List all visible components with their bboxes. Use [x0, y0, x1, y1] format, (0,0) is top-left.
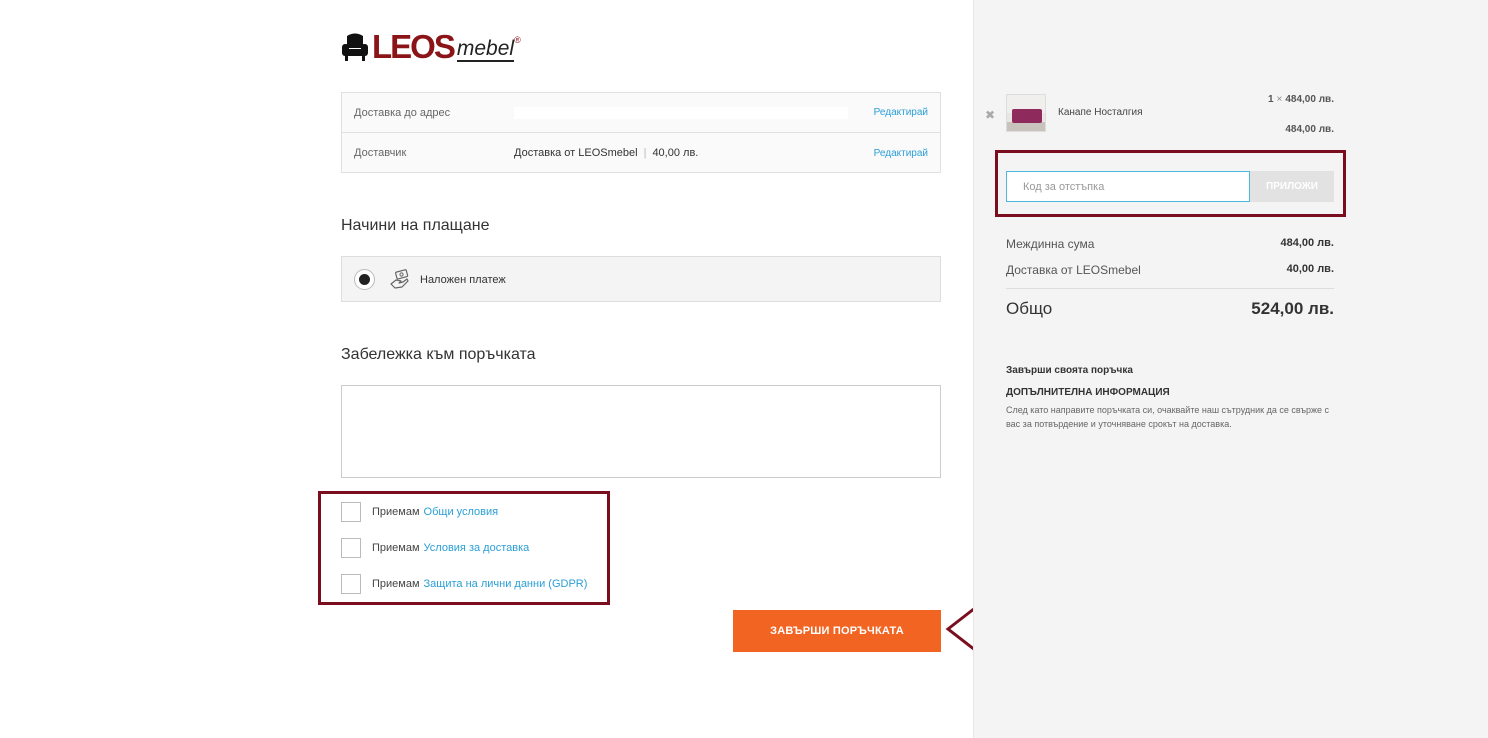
shipping-address-row: Доставка до адрес Редактирай	[342, 93, 940, 133]
carrier-price: 40,00 лв.	[652, 147, 699, 159]
shipping-carrier-row: Доставчик Доставка от LEOSmebel | 40,00 лв…	[342, 133, 940, 173]
product-line-total: 484,00 лв.	[1285, 124, 1334, 135]
shipping-address-value	[514, 107, 848, 119]
edit-carrier-link[interactable]: Редактирай	[874, 148, 928, 159]
payment-radio[interactable]	[354, 269, 375, 290]
edit-address-link[interactable]: Редактирай	[874, 107, 928, 118]
total-value: 524,00 лв.	[1251, 299, 1334, 318]
thumb-floor	[1007, 122, 1045, 131]
shipping-address-label: Доставка до адрес	[354, 106, 451, 119]
thumb-sofa	[1012, 109, 1042, 123]
shipping-cost-label: Доставка от LEOSmebel	[1006, 263, 1141, 277]
shipping-carrier-value: Доставка от LEOSmebel | 40,00 лв.	[514, 147, 698, 159]
summary-divider	[1006, 288, 1334, 289]
product-qty-price: 1 × 484,00 лв.	[1268, 94, 1334, 105]
total-row: Общо 524,00 лв.	[1006, 299, 1334, 319]
order-note-textarea[interactable]	[341, 385, 941, 478]
cash-hand-icon	[390, 269, 409, 289]
remove-item-icon[interactable]: ✖	[985, 108, 995, 122]
logo-text-main: LEOS	[372, 28, 456, 65]
shipping-cost-value: 40,00 лв.	[1286, 263, 1334, 275]
payment-method-label: Наложен платеж	[420, 274, 506, 286]
terms-general-prefix: Приемам	[372, 506, 420, 518]
armchair-logo-icon	[342, 33, 368, 61]
subtotal-row: Междинна сума 484,00 лв.	[1006, 237, 1334, 251]
carrier-separator: |	[643, 147, 647, 159]
info-text: След като направите поръчката си, очаква…	[1006, 405, 1329, 429]
terms-gdpr-checkbox[interactable]	[341, 574, 361, 594]
terms-gdpr: Приемам Защита на лични данни (GDPR)	[341, 574, 587, 594]
shipping-summary: Доставка до адрес Редактирай Доставчик Д…	[341, 92, 941, 173]
product-qty: 1	[1267, 94, 1274, 105]
terms-general-checkbox[interactable]	[341, 502, 361, 522]
total-label: Общо	[1006, 299, 1053, 318]
carrier-name: Доставка от LEOSmebel	[514, 147, 638, 159]
product-name: Канапе Носталгия	[1058, 107, 1143, 118]
product-unit-price: 484,00 лв.	[1285, 94, 1334, 105]
qty-times: ×	[1276, 94, 1283, 105]
apply-coupon-button[interactable]: ПРИЛОЖИ	[1250, 171, 1334, 202]
terms-general: Приемам Общи условия	[341, 502, 498, 522]
radio-dot	[359, 274, 370, 285]
info-subtitle: ДОПЪЛНИТЕЛНА ИНФОРМАЦИЯ	[1006, 387, 1170, 398]
shipping-cost-row: Доставка от LEOSmebel 40,00 лв.	[1006, 263, 1334, 277]
info-title: Завърши своята поръчка	[1006, 365, 1133, 376]
product-thumbnail	[1006, 94, 1046, 132]
terms-delivery-prefix: Приемам	[372, 542, 420, 554]
leos-logo[interactable]: LEOS mebel ®	[341, 26, 541, 65]
finish-order-button[interactable]: ЗАВЪРШИ ПОРЪЧКАТА	[733, 610, 941, 652]
terms-delivery: Приемам Условия за доставка	[341, 538, 529, 558]
coupon-code-input[interactable]	[1006, 171, 1250, 202]
subtotal-value: 484,00 лв.	[1280, 237, 1334, 249]
terms-gdpr-prefix: Приемам	[372, 578, 420, 590]
payment-heading: Начини на плащане	[341, 217, 490, 234]
terms-gdpr-link[interactable]: Защита на лични данни (GDPR)	[424, 578, 588, 590]
subtotal-label: Междинна сума	[1006, 237, 1095, 251]
logo-text-sub: mebel	[456, 37, 515, 62]
logo-registered-mark: ®	[514, 35, 521, 45]
terms-delivery-checkbox[interactable]	[341, 538, 361, 558]
order-note-heading: Забележка към поръчката	[341, 346, 536, 363]
terms-delivery-link[interactable]: Условия за доставка	[424, 542, 530, 554]
shipping-carrier-label: Доставчик	[354, 147, 407, 159]
checkout-page: LEOS mebel ® Доставка до адрес Редактира…	[0, 0, 1488, 738]
payment-method-option[interactable]: Наложен платеж	[341, 256, 941, 302]
terms-general-link[interactable]: Общи условия	[424, 506, 499, 518]
